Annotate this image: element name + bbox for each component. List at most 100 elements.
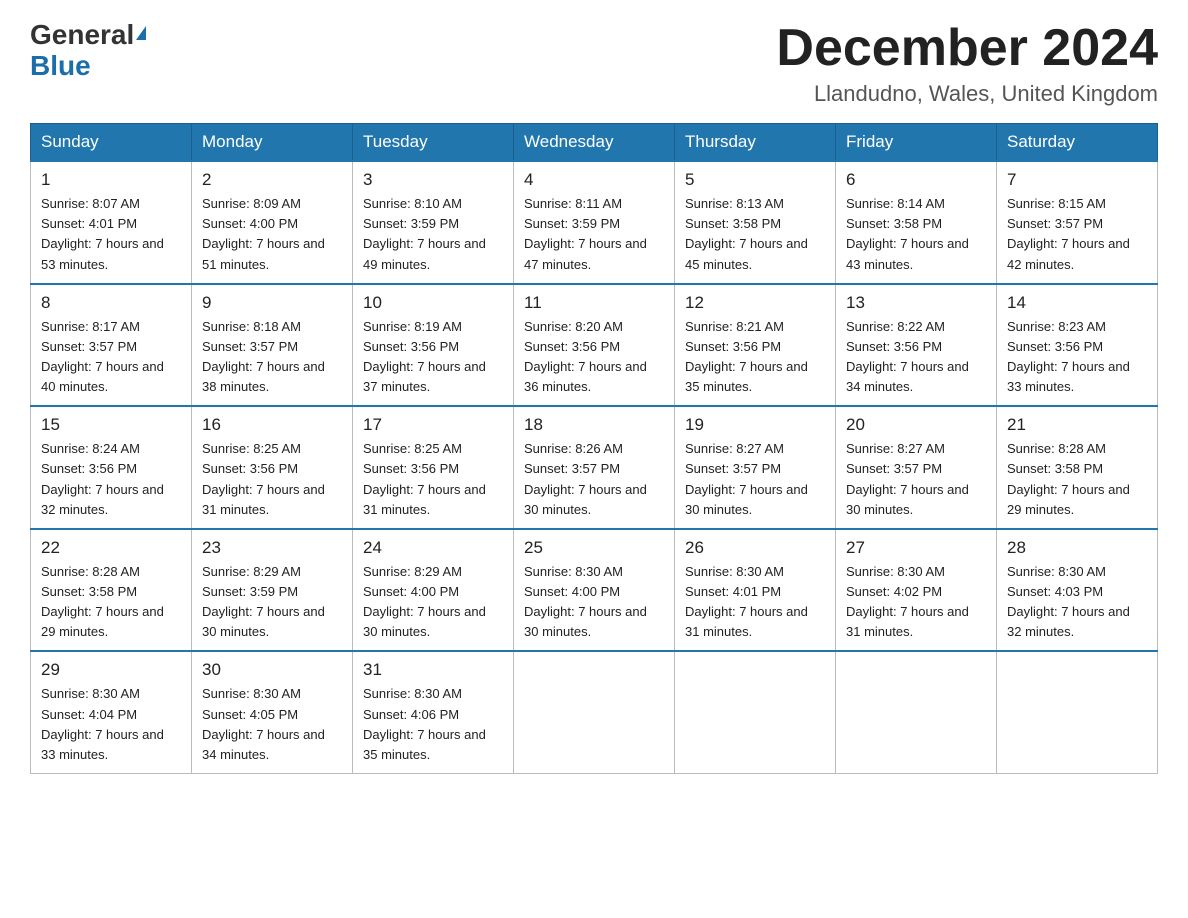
day-number: 16 xyxy=(202,415,342,435)
calendar-cell: 8 Sunrise: 8:17 AMSunset: 3:57 PMDaylight… xyxy=(31,284,192,407)
day-number: 22 xyxy=(41,538,181,558)
day-info: Sunrise: 8:28 AMSunset: 3:58 PMDaylight:… xyxy=(41,562,181,643)
day-info: Sunrise: 8:15 AMSunset: 3:57 PMDaylight:… xyxy=(1007,194,1147,275)
day-info: Sunrise: 8:11 AMSunset: 3:59 PMDaylight:… xyxy=(524,194,664,275)
day-number: 29 xyxy=(41,660,181,680)
day-info: Sunrise: 8:29 AMSunset: 3:59 PMDaylight:… xyxy=(202,562,342,643)
day-number: 20 xyxy=(846,415,986,435)
day-info: Sunrise: 8:30 AMSunset: 4:05 PMDaylight:… xyxy=(202,684,342,765)
day-number: 25 xyxy=(524,538,664,558)
weekday-header-thursday: Thursday xyxy=(675,124,836,162)
day-info: Sunrise: 8:07 AMSunset: 4:01 PMDaylight:… xyxy=(41,194,181,275)
day-info: Sunrise: 8:25 AMSunset: 3:56 PMDaylight:… xyxy=(363,439,503,520)
day-number: 14 xyxy=(1007,293,1147,313)
day-info: Sunrise: 8:26 AMSunset: 3:57 PMDaylight:… xyxy=(524,439,664,520)
calendar-cell: 29 Sunrise: 8:30 AMSunset: 4:04 PMDayligh… xyxy=(31,651,192,773)
calendar-cell: 28Sunrise: 8:30 AMSunset: 4:03 PMDayligh… xyxy=(997,529,1158,652)
calendar-cell: 11 Sunrise: 8:20 AMSunset: 3:56 PMDayligh… xyxy=(514,284,675,407)
day-info: Sunrise: 8:30 AMSunset: 4:06 PMDaylight:… xyxy=(363,684,503,765)
calendar-cell: 12 Sunrise: 8:21 AMSunset: 3:56 PMDayligh… xyxy=(675,284,836,407)
calendar-cell: 23 Sunrise: 8:29 AMSunset: 3:59 PMDayligh… xyxy=(192,529,353,652)
day-info: Sunrise: 8:30 AMSunset: 4:02 PMDaylight:… xyxy=(846,562,986,643)
calendar-cell: 5Sunrise: 8:13 AMSunset: 3:58 PMDaylight… xyxy=(675,161,836,284)
day-info: Sunrise: 8:28 AMSunset: 3:58 PMDaylight:… xyxy=(1007,439,1147,520)
calendar-cell: 15 Sunrise: 8:24 AMSunset: 3:56 PMDayligh… xyxy=(31,406,192,529)
day-number: 23 xyxy=(202,538,342,558)
page-header: General Blue December 2024 Llandudno, Wa… xyxy=(30,20,1158,107)
calendar-table: SundayMondayTuesdayWednesdayThursdayFrid… xyxy=(30,123,1158,774)
day-info: Sunrise: 8:18 AMSunset: 3:57 PMDaylight:… xyxy=(202,317,342,398)
calendar-cell xyxy=(997,651,1158,773)
calendar-cell: 1 Sunrise: 8:07 AMSunset: 4:01 PMDaylight… xyxy=(31,161,192,284)
day-info: Sunrise: 8:21 AMSunset: 3:56 PMDaylight:… xyxy=(685,317,825,398)
day-number: 1 xyxy=(41,170,181,190)
calendar-cell: 17Sunrise: 8:25 AMSunset: 3:56 PMDayligh… xyxy=(353,406,514,529)
day-info: Sunrise: 8:30 AMSunset: 4:04 PMDaylight:… xyxy=(41,684,181,765)
logo-blue: Blue xyxy=(30,50,91,81)
calendar-header-row: SundayMondayTuesdayWednesdayThursdayFrid… xyxy=(31,124,1158,162)
day-number: 11 xyxy=(524,293,664,313)
calendar-cell: 14Sunrise: 8:23 AMSunset: 3:56 PMDayligh… xyxy=(997,284,1158,407)
calendar-week-2: 8 Sunrise: 8:17 AMSunset: 3:57 PMDaylight… xyxy=(31,284,1158,407)
day-number: 30 xyxy=(202,660,342,680)
day-info: Sunrise: 8:24 AMSunset: 3:56 PMDaylight:… xyxy=(41,439,181,520)
calendar-cell: 9Sunrise: 8:18 AMSunset: 3:57 PMDaylight… xyxy=(192,284,353,407)
calendar-cell: 20 Sunrise: 8:27 AMSunset: 3:57 PMDayligh… xyxy=(836,406,997,529)
day-info: Sunrise: 8:10 AMSunset: 3:59 PMDaylight:… xyxy=(363,194,503,275)
day-info: Sunrise: 8:27 AMSunset: 3:57 PMDaylight:… xyxy=(846,439,986,520)
day-number: 12 xyxy=(685,293,825,313)
day-number: 4 xyxy=(524,170,664,190)
day-number: 8 xyxy=(41,293,181,313)
day-number: 3 xyxy=(363,170,503,190)
weekday-header-saturday: Saturday xyxy=(997,124,1158,162)
calendar-cell xyxy=(514,651,675,773)
logo: General Blue xyxy=(30,20,146,82)
location: Llandudno, Wales, United Kingdom xyxy=(776,81,1158,107)
calendar-week-3: 15 Sunrise: 8:24 AMSunset: 3:56 PMDayligh… xyxy=(31,406,1158,529)
calendar-cell: 18 Sunrise: 8:26 AMSunset: 3:57 PMDayligh… xyxy=(514,406,675,529)
day-number: 15 xyxy=(41,415,181,435)
day-number: 26 xyxy=(685,538,825,558)
day-info: Sunrise: 8:14 AMSunset: 3:58 PMDaylight:… xyxy=(846,194,986,275)
weekday-header-tuesday: Tuesday xyxy=(353,124,514,162)
calendar-cell: 2 Sunrise: 8:09 AMSunset: 4:00 PMDaylight… xyxy=(192,161,353,284)
day-number: 27 xyxy=(846,538,986,558)
calendar-cell: 25 Sunrise: 8:30 AMSunset: 4:00 PMDayligh… xyxy=(514,529,675,652)
day-info: Sunrise: 8:22 AMSunset: 3:56 PMDaylight:… xyxy=(846,317,986,398)
calendar-cell: 27 Sunrise: 8:30 AMSunset: 4:02 PMDayligh… xyxy=(836,529,997,652)
calendar-week-5: 29 Sunrise: 8:30 AMSunset: 4:04 PMDayligh… xyxy=(31,651,1158,773)
title-block: December 2024 Llandudno, Wales, United K… xyxy=(776,20,1158,107)
calendar-cell: 10Sunrise: 8:19 AMSunset: 3:56 PMDayligh… xyxy=(353,284,514,407)
day-info: Sunrise: 8:20 AMSunset: 3:56 PMDaylight:… xyxy=(524,317,664,398)
weekday-header-friday: Friday xyxy=(836,124,997,162)
calendar-cell: 3 Sunrise: 8:10 AMSunset: 3:59 PMDaylight… xyxy=(353,161,514,284)
day-number: 18 xyxy=(524,415,664,435)
day-info: Sunrise: 8:30 AMSunset: 4:01 PMDaylight:… xyxy=(685,562,825,643)
calendar-cell: 30 Sunrise: 8:30 AMSunset: 4:05 PMDayligh… xyxy=(192,651,353,773)
day-info: Sunrise: 8:17 AMSunset: 3:57 PMDaylight:… xyxy=(41,317,181,398)
day-info: Sunrise: 8:30 AMSunset: 4:00 PMDaylight:… xyxy=(524,562,664,643)
day-number: 19 xyxy=(685,415,825,435)
logo-text: General Blue xyxy=(30,20,146,82)
calendar-cell: 31 Sunrise: 8:30 AMSunset: 4:06 PMDayligh… xyxy=(353,651,514,773)
month-title: December 2024 xyxy=(776,20,1158,77)
day-number: 28 xyxy=(1007,538,1147,558)
calendar-cell xyxy=(675,651,836,773)
calendar-cell xyxy=(836,651,997,773)
calendar-cell: 24Sunrise: 8:29 AMSunset: 4:00 PMDayligh… xyxy=(353,529,514,652)
day-number: 21 xyxy=(1007,415,1147,435)
logo-triangle-icon xyxy=(136,26,146,40)
day-number: 31 xyxy=(363,660,503,680)
day-number: 6 xyxy=(846,170,986,190)
calendar-cell: 19 Sunrise: 8:27 AMSunset: 3:57 PMDayligh… xyxy=(675,406,836,529)
day-number: 13 xyxy=(846,293,986,313)
calendar-cell: 26 Sunrise: 8:30 AMSunset: 4:01 PMDayligh… xyxy=(675,529,836,652)
day-number: 5 xyxy=(685,170,825,190)
calendar-cell: 22 Sunrise: 8:28 AMSunset: 3:58 PMDayligh… xyxy=(31,529,192,652)
day-info: Sunrise: 8:09 AMSunset: 4:00 PMDaylight:… xyxy=(202,194,342,275)
logo-general: General xyxy=(30,19,134,50)
day-info: Sunrise: 8:27 AMSunset: 3:57 PMDaylight:… xyxy=(685,439,825,520)
day-number: 2 xyxy=(202,170,342,190)
calendar-cell: 21 Sunrise: 8:28 AMSunset: 3:58 PMDayligh… xyxy=(997,406,1158,529)
calendar-week-1: 1 Sunrise: 8:07 AMSunset: 4:01 PMDaylight… xyxy=(31,161,1158,284)
